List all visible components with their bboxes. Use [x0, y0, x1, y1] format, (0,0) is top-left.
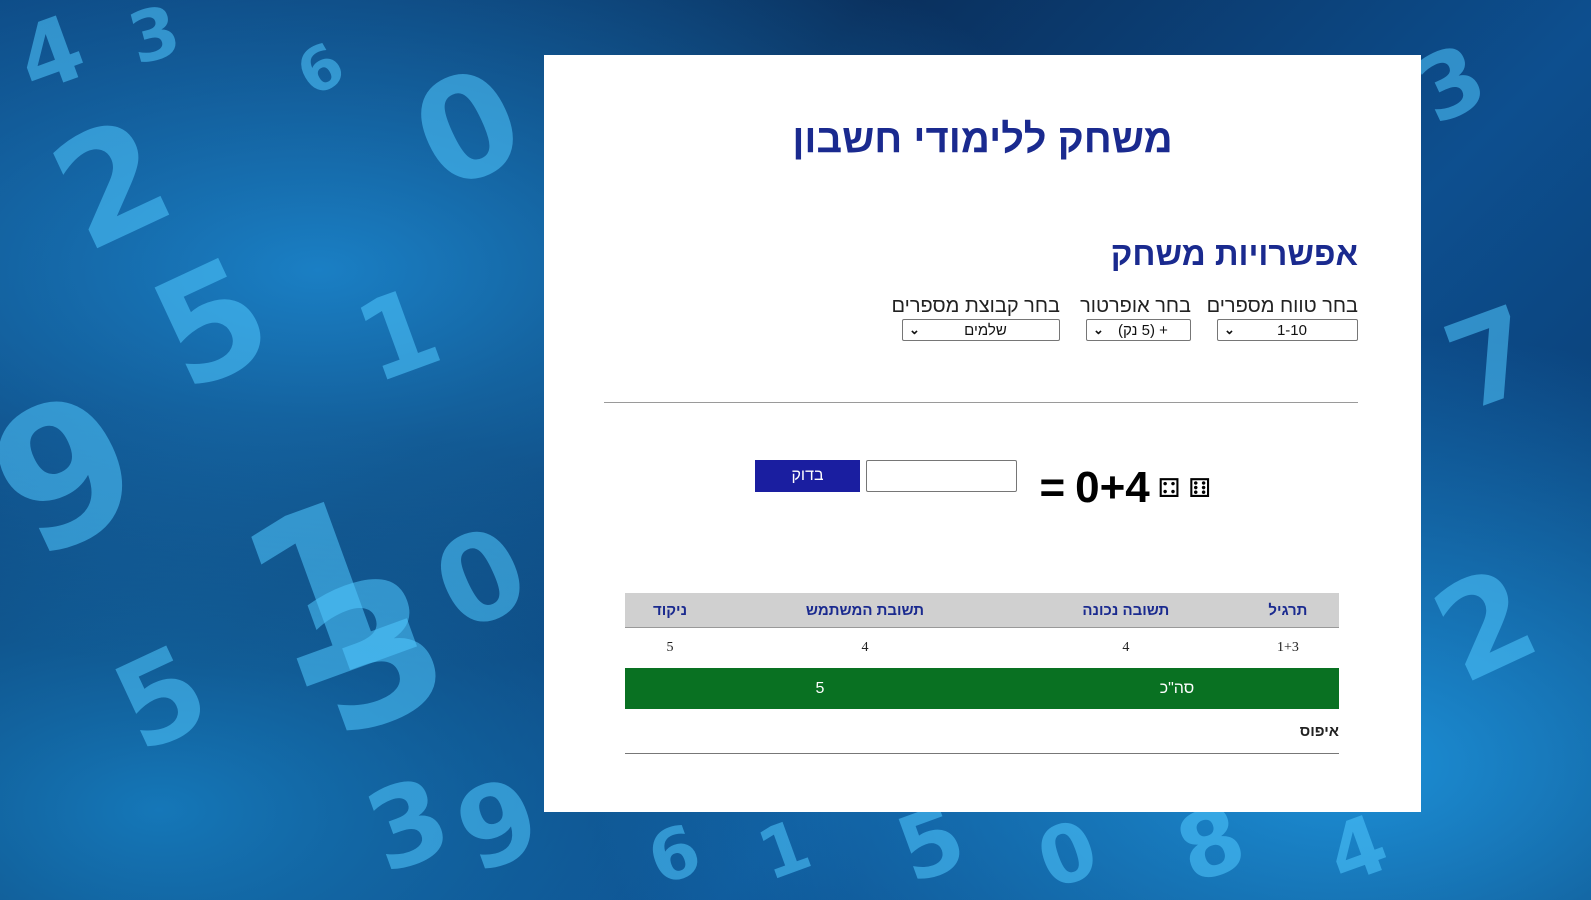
cell-user-answer: 4 — [861, 640, 869, 655]
answer-input[interactable] — [866, 460, 1017, 492]
operator-label: בחר אופרטור — [1080, 295, 1191, 317]
header-correct-answer: תשובה נכונה — [1014, 593, 1237, 628]
set-value: שלמים — [964, 321, 1007, 339]
cell-exercise: 1+3 — [1276, 640, 1299, 655]
operator-value: + (5 נק) — [1118, 321, 1168, 339]
page-title: משחק ללימודי חשבון — [792, 117, 1173, 161]
equals-sign: = — [1039, 463, 1066, 512]
cell-correct-answer: 4 — [1122, 640, 1130, 655]
chevron-down-icon: ⌄ — [1093, 322, 1104, 337]
set-select[interactable]: שלמים ⌄ — [902, 319, 1060, 341]
chevron-down-icon: ⌄ — [909, 322, 920, 337]
range-select[interactable]: 1-10 ⌄ — [1217, 319, 1358, 341]
operator-select[interactable]: + (5 נק) ⌄ — [1086, 319, 1191, 341]
options-heading: אפשרויות משחק — [1110, 235, 1358, 272]
exercise-expression: 0+4 — [1075, 463, 1150, 512]
reset-row: איפוס — [625, 709, 1339, 754]
set-option: בחר קבוצת מספרים שלמים ⌄ — [891, 295, 1061, 341]
check-button[interactable]: בדוק — [755, 460, 860, 492]
total-value: 5 — [625, 668, 1015, 709]
dice-icon: ⚃ — [1157, 472, 1181, 503]
range-label: בחר טווח מספרים — [1206, 295, 1358, 317]
total-row: סה"כ 5 — [625, 668, 1339, 709]
header-user-answer: תשובת המשתמש — [715, 593, 1015, 628]
table-header-row: תרגיל תשובה נכונה תשובת המשתמש ניקוד — [625, 593, 1339, 628]
reset-button[interactable]: איפוס — [1300, 723, 1339, 740]
chevron-down-icon: ⌄ — [1224, 322, 1235, 337]
game-panel: משחק ללימודי חשבון אפשרויות משחק בחר טוו… — [544, 55, 1421, 812]
divider — [604, 402, 1358, 403]
range-option: בחר טווח מספרים 1-10 ⌄ — [1207, 295, 1358, 341]
range-value: 1-10 — [1276, 321, 1307, 339]
operator-option: בחר אופרטור + (5 נק) ⌄ — [1080, 295, 1191, 341]
exercise-display: = 0+4 ⚃ ⚅ — [1039, 463, 1211, 513]
cell-score: 5 — [666, 640, 674, 655]
dice-icon: ⚅ — [1188, 472, 1211, 503]
header-score: ניקוד — [625, 593, 716, 628]
score-table: תרגיל תשובה נכונה תשובת המשתמש ניקוד 1+3… — [625, 593, 1339, 754]
header-exercise: תרגיל — [1236, 593, 1339, 628]
total-label: סה"כ — [1014, 668, 1339, 709]
table-row: 1+3 4 4 5 — [625, 628, 1339, 669]
set-label: בחר קבוצת מספרים — [891, 295, 1061, 317]
